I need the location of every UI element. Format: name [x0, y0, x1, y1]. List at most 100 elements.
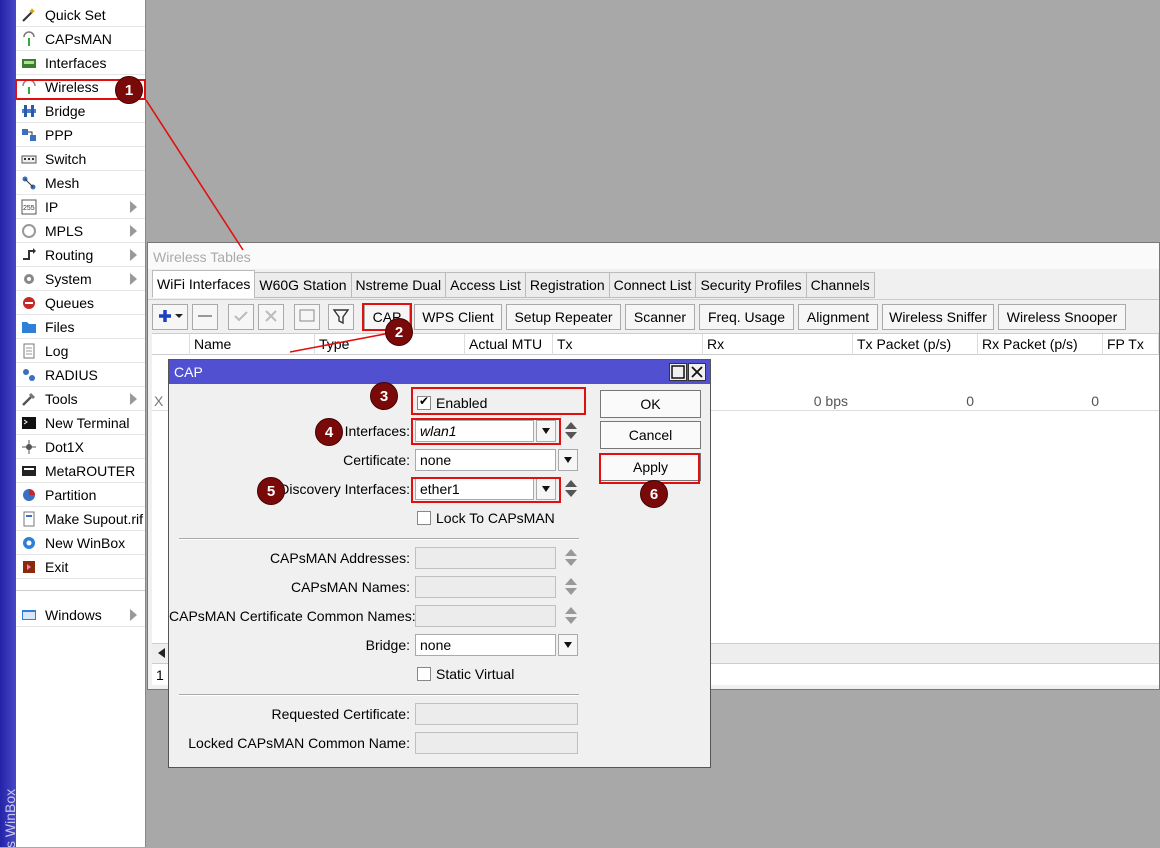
- discovery-interfaces-label: Discovery Interfaces:: [279, 481, 410, 497]
- menu-item-windows[interactable]: Windows: [16, 603, 145, 627]
- ok-button[interactable]: OK: [600, 390, 701, 418]
- menu-item-ip[interactable]: 255 IP: [16, 195, 145, 219]
- menu-item-new-winbox[interactable]: New WinBox: [16, 531, 145, 555]
- exit-icon: [23, 561, 35, 573]
- menu-item-ppp[interactable]: PPP: [16, 123, 145, 147]
- antenna-icon: [23, 31, 35, 46]
- capsman-names-updown[interactable]: [564, 576, 578, 598]
- disable-button[interactable]: [258, 304, 284, 330]
- mpls-icon: [22, 224, 36, 238]
- freq-usage-button[interactable]: Freq. Usage: [699, 304, 794, 330]
- lock-to-capsman-checkbox[interactable]: [417, 511, 431, 525]
- column-rx-packet[interactable]: Rx Packet (p/s): [978, 334, 1103, 355]
- row-rx: 0 bps: [813, 393, 848, 409]
- filter-button[interactable]: [328, 304, 354, 330]
- discovery-interfaces-updown[interactable]: [564, 478, 578, 500]
- winbox-side-strip: s WinBox: [0, 0, 18, 848]
- menu-item-label: MetaROUTER: [45, 463, 136, 479]
- enable-button[interactable]: [228, 304, 254, 330]
- menu-item-exit[interactable]: Exit: [16, 555, 145, 579]
- column-name[interactable]: Name: [190, 334, 315, 355]
- tab-connect-list[interactable]: Connect List: [608, 272, 697, 298]
- static-virtual-label: Static Virtual: [436, 666, 515, 682]
- tab-wifi-interfaces[interactable]: WiFi Interfaces: [152, 270, 256, 298]
- menu-item-partition[interactable]: Partition: [16, 483, 145, 507]
- capsman-addresses-updown[interactable]: [564, 547, 578, 569]
- menu-item-switch[interactable]: Switch: [16, 147, 145, 171]
- toolbar: CAP WPS Client Setup Repeater Scanner Fr…: [148, 299, 1159, 333]
- setup-repeater-button[interactable]: Setup Repeater: [506, 304, 621, 330]
- wireless-sniffer-button[interactable]: Wireless Sniffer: [882, 304, 994, 330]
- menu-item-label: Interfaces: [45, 55, 107, 71]
- tab-w60g-station[interactable]: W60G Station: [254, 272, 352, 298]
- lock-to-capsman-label: Lock To CAPsMAN: [436, 510, 555, 526]
- capsman-cert-names-field[interactable]: [415, 605, 556, 627]
- column-actual-mtu[interactable]: Actual MTU: [465, 334, 553, 355]
- requested-certificate-field: [415, 703, 578, 725]
- certificate-dropdown[interactable]: [558, 449, 578, 471]
- svg-text:255: 255: [23, 205, 35, 212]
- menu-item-label: RADIUS: [45, 367, 98, 383]
- log-icon: [23, 343, 35, 359]
- column-tx[interactable]: Tx: [553, 334, 703, 355]
- annotation-badge-1: 1: [115, 76, 143, 104]
- bridge-dropdown[interactable]: [558, 634, 578, 656]
- capsman-addresses-field[interactable]: [415, 547, 556, 569]
- comment-button[interactable]: [294, 304, 320, 330]
- menu-item-files[interactable]: Files: [16, 315, 145, 339]
- menu-item-make-supout-rif[interactable]: Make Supout.rif: [16, 507, 145, 531]
- menu-item-capsman[interactable]: CAPsMAN: [16, 27, 145, 51]
- menu-item-label: Partition: [45, 487, 97, 503]
- scanner-button[interactable]: Scanner: [625, 304, 695, 330]
- capsman-names-field[interactable]: [415, 576, 556, 598]
- requested-certificate-label: Requested Certificate:: [271, 706, 410, 722]
- close-button[interactable]: [688, 363, 706, 381]
- bridge-field[interactable]: none: [415, 634, 556, 656]
- menu-item-label: CAPsMAN: [45, 31, 112, 47]
- menu-item-radius[interactable]: RADIUS: [16, 363, 145, 387]
- interfaces-updown[interactable]: [564, 420, 578, 442]
- column-fp-tx[interactable]: FP Tx: [1103, 334, 1159, 355]
- remove-button[interactable]: [192, 304, 218, 330]
- tab-registration[interactable]: Registration: [524, 272, 610, 298]
- switch-icon: [21, 155, 37, 164]
- menu-item-quick-set[interactable]: Quick Set: [16, 3, 145, 27]
- maximize-button[interactable]: [669, 363, 687, 381]
- menu-item-tools[interactable]: Tools: [16, 387, 145, 411]
- capsman-cert-names-updown[interactable]: [564, 605, 578, 627]
- menu-item-dot1x[interactable]: Dot1X: [16, 435, 145, 459]
- column-rx[interactable]: Rx: [703, 334, 853, 355]
- tab-channels[interactable]: Channels: [805, 272, 875, 298]
- menu-item-interfaces[interactable]: Interfaces: [16, 51, 145, 75]
- divider: [179, 538, 579, 540]
- submenu-arrow-icon: [130, 273, 137, 285]
- menu-item-label: Files: [45, 319, 75, 335]
- partition-icon: [23, 489, 35, 501]
- menu-item-mpls[interactable]: MPLS: [16, 219, 145, 243]
- cancel-button[interactable]: Cancel: [600, 421, 701, 449]
- column-tx-packet[interactable]: Tx Packet (p/s): [853, 334, 978, 355]
- alignment-button[interactable]: Alignment: [798, 304, 878, 330]
- tab-security-profiles[interactable]: Security Profiles: [695, 272, 807, 298]
- menu-item-routing[interactable]: Routing: [16, 243, 145, 267]
- folder-icon: [22, 322, 36, 333]
- menu-item-queues[interactable]: Queues: [16, 291, 145, 315]
- column-flag: [152, 334, 190, 355]
- menu-item-new-terminal[interactable]: New Terminal: [16, 411, 145, 435]
- certificate-field[interactable]: none: [415, 449, 556, 471]
- menu-item-mesh[interactable]: Mesh: [16, 171, 145, 195]
- static-virtual-checkbox[interactable]: [417, 667, 431, 681]
- locked-capsman-name-field: [415, 732, 578, 754]
- tab-nstreme-dual[interactable]: Nstreme Dual: [350, 272, 447, 298]
- tab-access-list[interactable]: Access List: [445, 272, 526, 298]
- ppp-icon: [22, 129, 36, 141]
- menu-item-log[interactable]: Log: [16, 339, 145, 363]
- wireless-snooper-button[interactable]: Wireless Snooper: [998, 304, 1126, 330]
- dialog-title: CAP: [169, 360, 710, 384]
- menu-item-metarouter[interactable]: MetaROUTER: [16, 459, 145, 483]
- wps-client-button[interactable]: WPS Client: [414, 304, 502, 330]
- menu-item-system[interactable]: System: [16, 267, 145, 291]
- row-rx-packet: 0: [1091, 393, 1099, 409]
- add-button[interactable]: [152, 304, 188, 330]
- terminal-icon: [22, 417, 36, 429]
